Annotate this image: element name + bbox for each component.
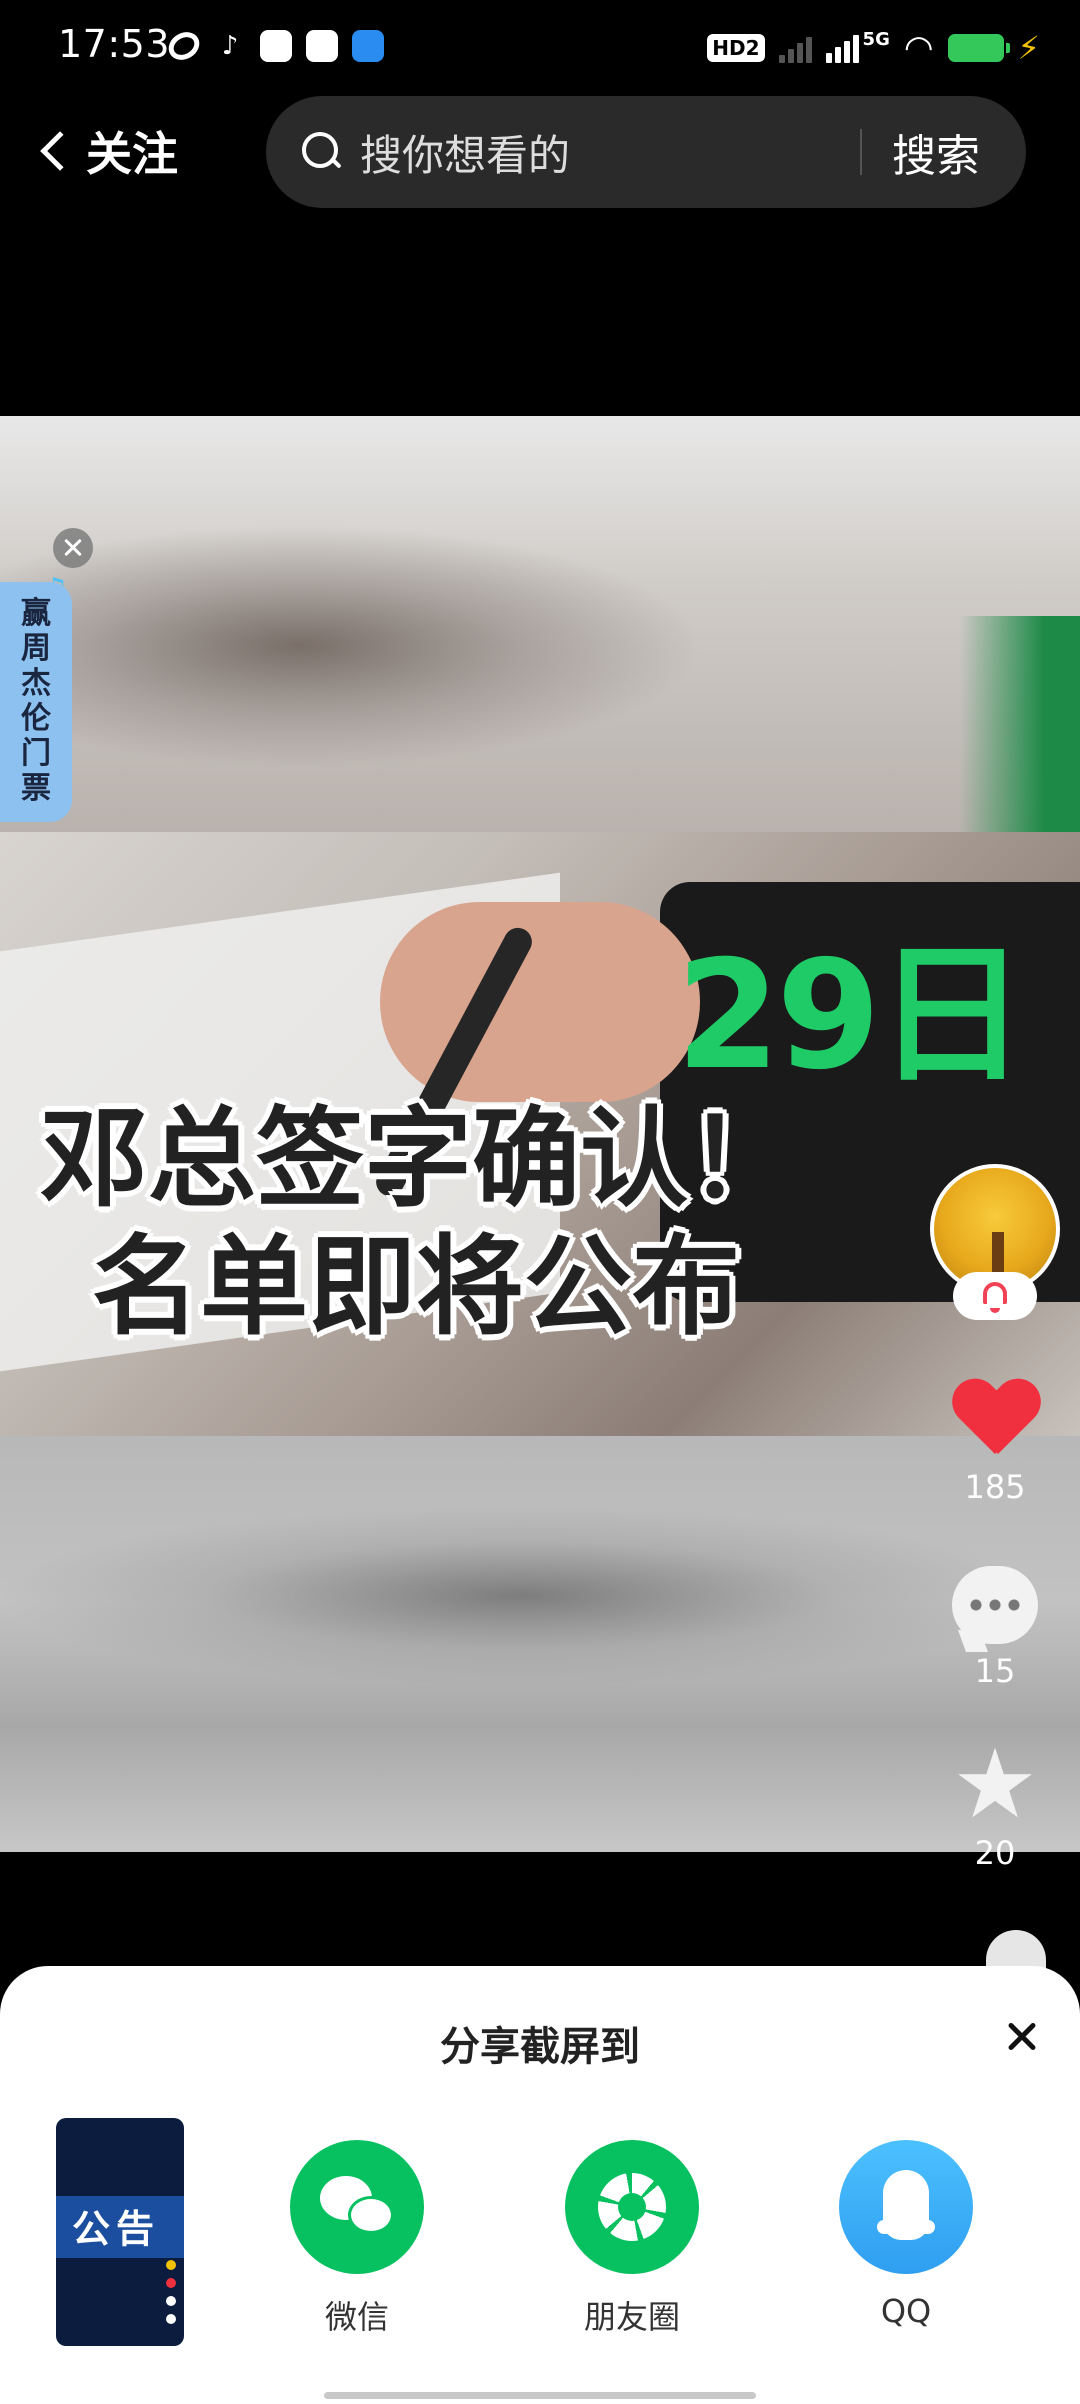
search-divider (860, 129, 862, 175)
video-headline: 邓总签字确认！ 名单即将公布 (40, 1096, 796, 1352)
comment-icon (952, 1566, 1038, 1644)
signal-icon-5g (825, 33, 859, 63)
home-indicator[interactable] (324, 2392, 756, 2399)
bell-icon (983, 1282, 1007, 1313)
thumbnail-dot (166, 2260, 176, 2270)
signal-icon-sim1 (778, 33, 812, 63)
network-label: 5G (862, 28, 890, 50)
heart-icon (952, 1380, 1038, 1460)
chevron-left-icon (40, 131, 80, 171)
share-wechat[interactable]: 微信 (257, 2140, 457, 2338)
video-frame: 29日 邓总签字确认！ 名单即将公布 (0, 832, 1080, 1436)
video-blur-top (0, 416, 1080, 832)
wechat-icon (290, 2140, 424, 2274)
back-label: 关注 (86, 127, 178, 181)
share-wechat-label: 微信 (324, 2298, 389, 2336)
search-input[interactable]: 搜你想看的 (360, 122, 860, 183)
like-button[interactable]: 185 (930, 1380, 1060, 1506)
status-time: 17:53 (58, 22, 171, 66)
hand-graphic (380, 902, 700, 1102)
close-icon[interactable] (994, 2008, 1050, 2064)
tiktok-icon: ♪ (221, 31, 239, 61)
search-icon (302, 132, 342, 172)
moments-icon (565, 2140, 699, 2274)
app-ring-icon (163, 26, 205, 66)
share-qq-label: QQ (880, 2292, 932, 2330)
favorite-button[interactable]: ★ 20 (930, 1728, 1060, 1872)
charging-icon: ⚡ (1017, 29, 1040, 67)
location-app-icon (352, 30, 384, 62)
status-bar: 17:53 ♪ HD2 5G ◠ ⚡ (0, 0, 1080, 96)
share-arrow-icon[interactable] (986, 1930, 1046, 1970)
search-button[interactable]: 搜索 (892, 120, 980, 184)
promo-banner[interactable]: 赢周杰伦门票 (0, 582, 72, 822)
share-qq[interactable]: QQ (806, 2140, 1006, 2330)
promo-close-button[interactable] (53, 528, 93, 568)
like-count: 185 (964, 1468, 1026, 1506)
comment-count: 15 (974, 1652, 1016, 1690)
thumbnail-dot (166, 2314, 176, 2324)
favorite-count: 20 (974, 1834, 1016, 1872)
headline-line-2: 名单即将公布 (92, 1225, 741, 1350)
video-blur-green (960, 616, 1080, 832)
follow-button[interactable] (953, 1272, 1037, 1320)
share-sheet-title: 分享截屏到 (440, 2024, 640, 2070)
hd-badge: HD2 (707, 34, 765, 62)
notification-icons: ♪ (163, 26, 384, 66)
mail-icon (260, 30, 292, 62)
share-sheet: 分享截屏到 公告 微信 朋友圈 QQ (0, 1966, 1080, 2404)
message-icon (306, 30, 338, 62)
wifi-icon: ◠ (903, 28, 934, 68)
qq-icon (839, 2140, 973, 2274)
back-button[interactable]: 关注 (36, 118, 178, 184)
star-icon: ★ (951, 1728, 1039, 1840)
screenshot-thumbnail[interactable]: 公告 (56, 2118, 184, 2346)
headline-line-1: 邓总签字确认！ (40, 1097, 797, 1222)
share-moments[interactable]: 朋友圈 (532, 2140, 732, 2338)
system-indicators: HD2 5G ◠ ⚡ (707, 28, 1040, 68)
share-moments-label: 朋友圈 (583, 2298, 680, 2336)
battery-icon (947, 34, 1010, 62)
search-bar[interactable]: 搜你想看的 搜索 (266, 96, 1026, 208)
video-day-label: 29日 (676, 929, 1027, 1103)
top-nav: 关注 搜你想看的 搜索 (0, 96, 1080, 212)
thumbnail-dot (166, 2278, 176, 2288)
video-blur-bottom (0, 1436, 1080, 1852)
comment-button[interactable]: 15 (930, 1566, 1060, 1690)
thumbnail-text: 公告 (72, 2207, 161, 2251)
promo-text: 赢周杰伦门票 (21, 596, 51, 806)
thumbnail-dot (166, 2296, 176, 2306)
video-player[interactable]: 29日 邓总签字确认！ 名单即将公布 (0, 416, 1080, 1852)
